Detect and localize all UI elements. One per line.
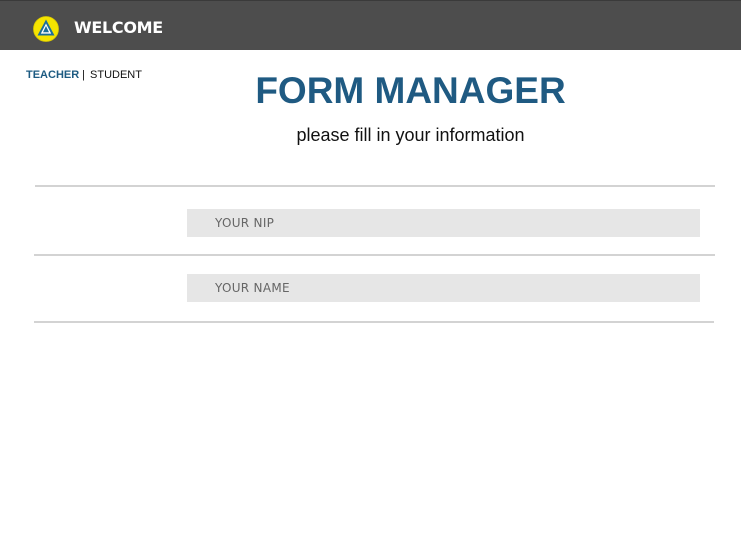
divider-middle (34, 254, 715, 256)
name-input[interactable] (187, 274, 700, 302)
divider-top (35, 185, 715, 187)
page: WELCOME TEACHER | STUDENT FORM MANAGER ple… (0, 0, 741, 553)
nip-input[interactable] (187, 209, 700, 237)
page-subtitle: please fill in your information (296, 125, 525, 145)
page-title: FORM MANAGER (255, 70, 566, 111)
divider-bottom (34, 321, 714, 323)
heading-area: FORM MANAGER please fill in your informa… (0, 0, 741, 160)
